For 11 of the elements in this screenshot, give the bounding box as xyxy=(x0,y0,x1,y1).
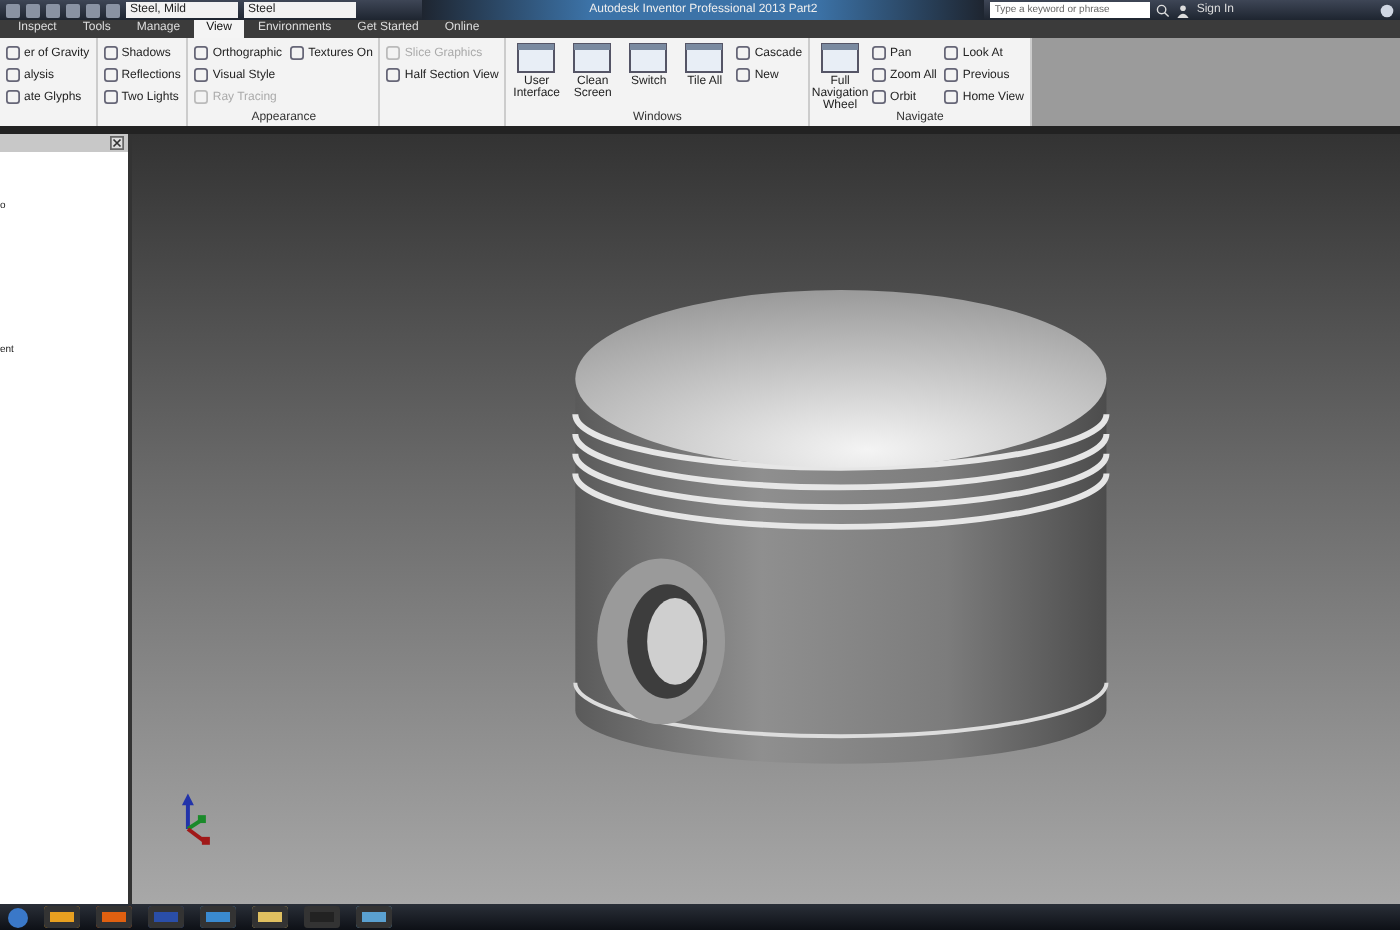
taskbar-app-icon[interactable] xyxy=(96,906,132,928)
search-icon[interactable] xyxy=(1156,3,1171,17)
tool-icon xyxy=(290,46,305,60)
axis-triad-icon xyxy=(181,793,210,845)
taskbar-app-icon[interactable] xyxy=(252,906,288,928)
taskbar-app-icon[interactable] xyxy=(44,906,80,928)
close-icon[interactable] xyxy=(110,136,124,150)
start-button[interactable] xyxy=(8,907,28,927)
taskbar-app-icon[interactable] xyxy=(356,906,392,928)
user-icon[interactable] xyxy=(1176,3,1191,17)
taskbar-app-icon[interactable] xyxy=(200,906,236,928)
